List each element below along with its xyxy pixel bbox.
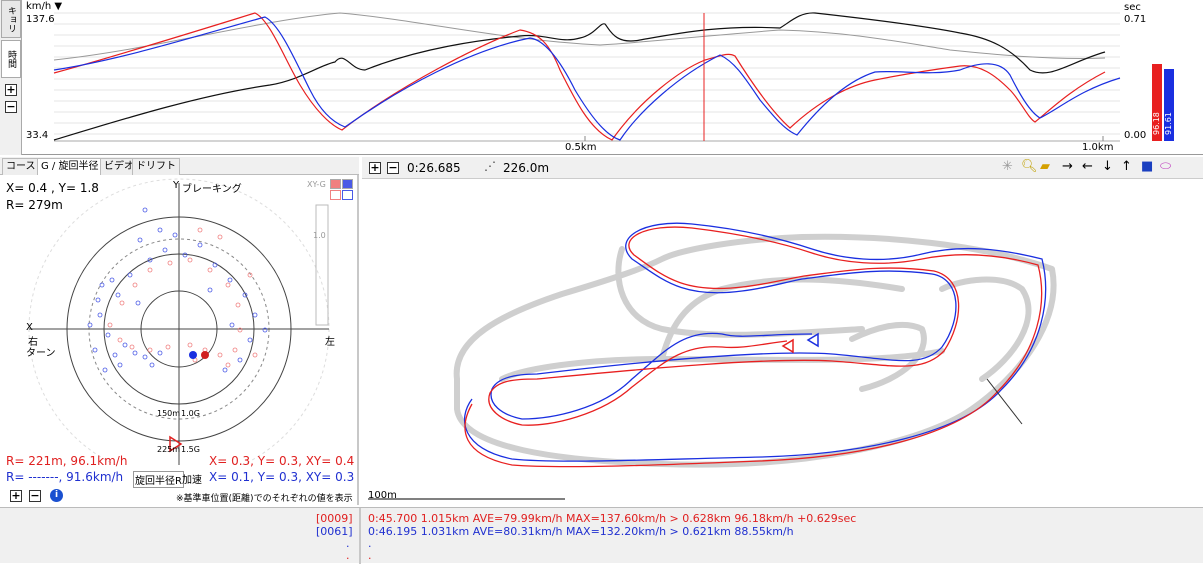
sparkle-icon[interactable]: ✳ (1002, 160, 1013, 174)
arrow-up-icon[interactable]: ↑ (1121, 160, 1132, 174)
tab-drift[interactable]: ドリフト (132, 158, 180, 175)
footnote-text: ※基準車位置(距離)でのそれぞれの値を表示 (176, 494, 353, 504)
map-toolbar: + − 0:26.685 ⋰ 226.0m ✳ 🔍︎ ▰ → ← ↓ ↑ ■ ⬭ (362, 157, 1203, 179)
red-toggle-icon[interactable] (330, 179, 341, 189)
ring-15g-label: 1.5G (181, 445, 200, 454)
map-zoom-out-icon[interactable]: − (387, 162, 399, 174)
y-axis-label: Y (173, 180, 180, 191)
lap-id-red[interactable]: [0009] (316, 512, 353, 525)
braking-label: ブレーキング (182, 184, 242, 195)
g-force-panel: コース G / 旋回半径 ビデオ ドリフト X= 0.4 , Y= 1.8 R=… (0, 157, 359, 505)
tab-g-radius[interactable]: G / 旋回半径 (37, 158, 103, 175)
left-label: 左 (325, 337, 335, 348)
arrow-left-icon[interactable]: ← (1082, 160, 1093, 174)
red-radius-speed: R= 221m, 96.1km/h (6, 454, 128, 468)
g-zoom-in-icon[interactable]: + (10, 490, 22, 502)
blue-bar-value: 91.61 (1164, 112, 1173, 136)
ring-150m-label: 150m (157, 409, 181, 418)
accel-button[interactable]: 加速 (182, 471, 202, 486)
ring-1g-label: 1.0G (181, 409, 200, 418)
lap-time-readout: 0:26.685 (407, 161, 461, 175)
lap-summary-red: 0:45.700 1.015km AVE=79.99km/h MAX=137.6… (368, 512, 857, 525)
g-panel-tabs: コース G / 旋回半径 ビデオ ドリフト (0, 157, 359, 175)
red-lap-path (464, 226, 1043, 468)
speed-chart-plot[interactable] (0, 0, 1203, 155)
turn-radius-button[interactable]: 旋回半径R (133, 471, 184, 488)
red-xy-values: X= 0.3, Y= 0.3, XY= 0.4 (209, 454, 355, 468)
open-folder-icon[interactable]: ▰ (1040, 160, 1050, 174)
distance-readout: 226.0m (503, 161, 550, 175)
blue-radius-speed: R= -------, 91.6km/h (6, 470, 124, 484)
lap-info-panel: [0009] [0061] . . 0:45.700 1.015km AVE=7… (0, 507, 1203, 564)
tab-course[interactable]: コース (2, 158, 40, 175)
blue-toggle-icon[interactable] (342, 179, 353, 189)
course-map-panel: + − 0:26.685 ⋰ 226.0m ✳ 🔍︎ ▰ → ← ↓ ↑ ■ ⬭ (362, 157, 1203, 505)
distance-icon: ⋰ (484, 159, 496, 173)
x-axis-label: X (26, 322, 33, 333)
ring-225m-label: 225m (157, 445, 181, 454)
g-zoom-out-icon[interactable]: − (29, 490, 41, 502)
gray-trace (53, 12, 1106, 61)
blue-current-point (189, 351, 197, 359)
red-bar-value: 96.18 (1152, 112, 1161, 136)
red-current-point (201, 351, 209, 359)
blue-lap-path (464, 222, 1047, 462)
save-icon[interactable]: ■ (1141, 160, 1153, 174)
search-icon[interactable]: 🔍︎ (1021, 160, 1038, 174)
map-zoom-in-icon[interactable]: + (369, 162, 381, 174)
turn-label: ターン (26, 348, 56, 359)
info-icon[interactable]: i (50, 489, 63, 502)
xy-g-label: XY-G (307, 180, 326, 189)
placeholder-dot-2: . (346, 549, 350, 562)
arrow-down-icon[interactable]: ↓ (1102, 160, 1113, 174)
red-outline-icon[interactable] (330, 190, 341, 200)
speed-chart-panel: キョリ 時間 + − km/h ▼ 137.6 33.4 sec 0.71 0.… (0, 0, 1203, 155)
blue-outline-icon[interactable] (342, 190, 353, 200)
eraser-icon[interactable]: ⬭ (1160, 160, 1171, 174)
lap-summary-blue: 0:46.195 1.031km AVE=80.31km/h MAX=132.2… (368, 525, 794, 538)
g-circle-plot[interactable] (0, 175, 359, 465)
scale-bar-label: 100m (368, 490, 397, 501)
placeholder-dot-4: . (368, 549, 372, 562)
scale-top-label: 1.0 (313, 231, 326, 240)
blue-xy-values: X= 0.1, Y= 0.3, XY= 0.3 (209, 470, 355, 484)
bottom-divider (359, 508, 361, 564)
blue-position-marker (806, 332, 819, 348)
course-map[interactable] (362, 179, 1203, 505)
arrow-right-icon[interactable]: → (1062, 160, 1073, 174)
